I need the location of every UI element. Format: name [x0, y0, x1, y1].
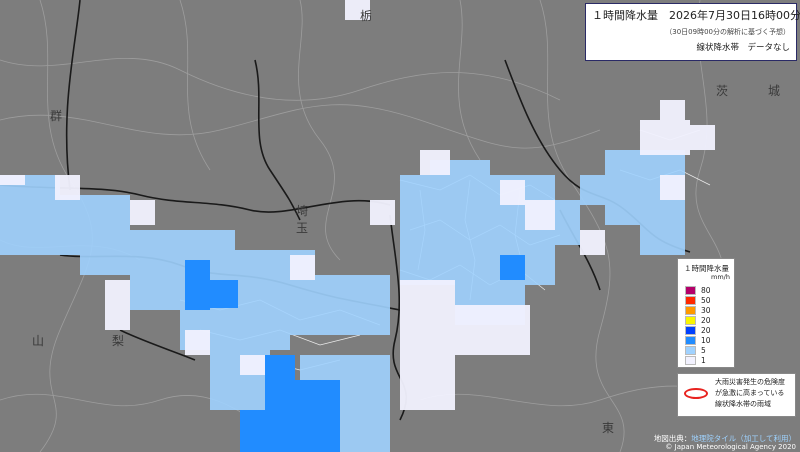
forecast-info-box: １時間降水量 2026年7月30日16時00分まで （30日09時00分の解析に…: [585, 3, 800, 61]
forecast-title: １時間降水量 2026年7月30日16時00分まで: [592, 9, 800, 22]
legend-value: 1: [701, 356, 706, 365]
legend-value: 20: [701, 326, 711, 335]
legend-row: 20: [685, 326, 731, 336]
svg-text:山: 山: [32, 334, 44, 348]
legend-row: 80: [685, 286, 731, 296]
legend-value: 5: [701, 346, 706, 355]
linear-rainband-status: 線状降水帯 データなし: [696, 43, 790, 53]
svg-text:梨: 梨: [112, 334, 124, 348]
legend-value: 10: [701, 336, 711, 345]
precipitation-legend: １時間降水量 mm/h 80 50 30 20 20 10 5 1: [677, 258, 735, 368]
legend-swatch: [685, 286, 696, 295]
hazard-text-line: が急激に高まっている: [715, 389, 785, 397]
legend-unit: mm/h: [711, 273, 730, 281]
legend-swatch: [685, 296, 696, 305]
forecast-subtitle: （30日09時00分の解析に基づく予想）: [665, 28, 790, 36]
legend-swatch: [685, 316, 696, 325]
legend-row: 10: [685, 336, 731, 346]
legend-row: 5: [685, 346, 731, 356]
gsi-tile-link[interactable]: 地理院タイル（加工して利用）: [691, 434, 796, 443]
attribution-label: 地図出典：: [653, 434, 692, 443]
legend-swatch: [685, 356, 696, 365]
legend-swatch: [685, 336, 696, 345]
legend-row: 50: [685, 296, 731, 306]
legend-value: 20: [701, 316, 711, 325]
hazard-text-line: 大雨災害発生の危険度: [715, 378, 785, 386]
legend-value: 50: [701, 296, 711, 305]
legend-swatch: [685, 326, 696, 335]
legend-value: 30: [701, 306, 711, 315]
legend-swatch: [685, 306, 696, 315]
linear-rainband-legend: 大雨災害発生の危険度 が急激に高まっている 線状降水帯の雨域: [677, 373, 796, 417]
svg-text:栃: 栃: [360, 9, 372, 23]
svg-text:玉: 玉: [296, 221, 308, 235]
copyright-text: © Japan Meteorological Agency 2020: [665, 443, 796, 451]
svg-text:茨: 茨: [716, 84, 728, 98]
svg-text:埼: 埼: [296, 204, 308, 218]
linear-rainband-description: 大雨災害発生の危険度 が急激に高まっている 線状降水帯の雨域: [715, 377, 785, 410]
legend-row: 1: [685, 356, 731, 366]
legend-swatch: [685, 346, 696, 355]
legend-value: 80: [701, 286, 711, 295]
svg-text:東: 東: [602, 421, 614, 435]
legend-row: 30: [685, 306, 731, 316]
rainband-oval-icon: [684, 388, 708, 399]
hazard-text-line: 線状降水帯の雨域: [715, 400, 771, 408]
svg-text:城: 城: [768, 84, 780, 98]
svg-text:群: 群: [50, 109, 62, 123]
legend-row: 20: [685, 316, 731, 326]
